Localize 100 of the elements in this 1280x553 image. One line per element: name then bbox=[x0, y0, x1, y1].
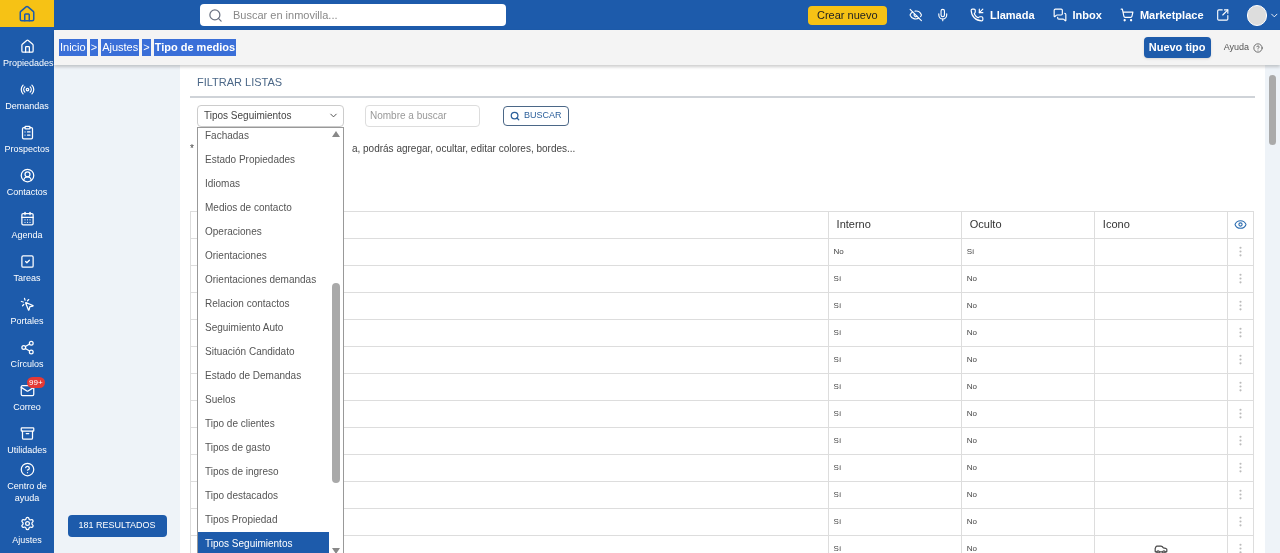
search-field[interactable]: Buscar en inmovilla... bbox=[233, 6, 498, 24]
new-type-button[interactable]: Nuevo tipo bbox=[1143, 37, 1211, 58]
table-cell: Sí bbox=[828, 481, 962, 508]
breadcrumb-link[interactable]: Tipo de medios bbox=[153, 39, 237, 56]
note-text: a, podrás agregar, ocultar, editar colores, bordes... bbox=[351, 141, 576, 156]
dropdown-option[interactable]: Tipos de ingreso bbox=[198, 459, 329, 484]
search-box[interactable]: Buscar en inmovilla... bbox=[200, 4, 506, 26]
breadcrumb-separator: > bbox=[142, 39, 151, 56]
breadcrumb-separator: > bbox=[89, 39, 99, 56]
broadcast-icon bbox=[19, 82, 35, 97]
mail-icon bbox=[19, 383, 35, 398]
dropdown-option[interactable]: Tipos de gasto bbox=[198, 435, 329, 460]
table-cell: Sí bbox=[828, 427, 962, 454]
calendar-icon bbox=[19, 211, 35, 226]
sidebar-item[interactable]: Centro de ayuda bbox=[0, 459, 54, 507]
dropdown-option[interactable]: Orientaciones bbox=[198, 243, 329, 268]
dropdown-option[interactable]: Tipo destacados bbox=[198, 483, 329, 508]
breadcrumb-link[interactable]: Inicio bbox=[59, 39, 87, 56]
sidebar-item[interactable]: Contactos bbox=[0, 165, 54, 201]
table-cell: No bbox=[961, 292, 1095, 319]
table-cell: Sí bbox=[828, 265, 962, 292]
sidebar-item[interactable]: Portales bbox=[0, 294, 54, 330]
dropdown-option[interactable]: Orientaciones demandas bbox=[198, 267, 329, 292]
help-link[interactable]: Ayuda bbox=[1223, 40, 1249, 55]
dropdown-option[interactable]: Operaciones bbox=[198, 219, 329, 244]
checkbox-icon bbox=[19, 254, 35, 269]
nav-link[interactable]: Marketplace bbox=[1119, 6, 1204, 24]
dropdown-option[interactable]: Tipos Seguimientos bbox=[198, 531, 329, 553]
scroll-down-icon[interactable] bbox=[332, 547, 340, 553]
table-cell: Sí bbox=[961, 238, 1095, 265]
dropdown-option[interactable]: Situación Candidato bbox=[198, 339, 329, 364]
column-header: Interno bbox=[828, 211, 962, 238]
avatar[interactable] bbox=[1247, 4, 1268, 26]
table-cell: No bbox=[961, 400, 1095, 427]
table-cell: Sí bbox=[828, 373, 962, 400]
note-text: * bbox=[190, 141, 194, 156]
search-button[interactable]: BUSCAR bbox=[503, 105, 569, 126]
table-cell: No bbox=[961, 319, 1095, 346]
create-button[interactable]: Crear nuevo bbox=[807, 5, 887, 25]
sidebar-item[interactable]: Tareas bbox=[0, 251, 54, 287]
breadcrumb-link[interactable]: Ajustes bbox=[101, 39, 140, 56]
column-header: Icono bbox=[1094, 211, 1228, 238]
logo[interactable] bbox=[0, 0, 54, 27]
dropdown-option[interactable]: Tipos Propiedad bbox=[198, 507, 329, 532]
eye-off-icon[interactable] bbox=[908, 8, 923, 22]
dropdown-option[interactable]: Medios de contacto bbox=[198, 195, 329, 220]
nav-link[interactable]: Llamada bbox=[969, 6, 1035, 24]
column-header: Oculto bbox=[961, 211, 1095, 238]
table-cell: No bbox=[961, 454, 1095, 481]
table-cell: No bbox=[961, 481, 1095, 508]
list-select[interactable]: Tipos Seguimientos bbox=[197, 104, 344, 127]
scrollbar-thumb[interactable] bbox=[332, 282, 340, 483]
search-icon bbox=[510, 110, 520, 121]
phone-icon bbox=[969, 8, 984, 22]
dropdown-option[interactable]: Suelos bbox=[198, 387, 329, 412]
sidebar-item[interactable]: Ajustes bbox=[0, 513, 54, 549]
table-cell: No bbox=[961, 265, 1095, 292]
table-cell: Sí bbox=[828, 508, 962, 535]
house-logo-icon bbox=[18, 4, 36, 23]
cart-icon bbox=[1119, 8, 1134, 22]
dropdown-option[interactable]: Estado Propiedades bbox=[198, 147, 329, 172]
name-field[interactable]: Nombre a buscar bbox=[365, 104, 480, 127]
archive-icon bbox=[19, 426, 35, 441]
results-button[interactable]: 181 RESULTADOS bbox=[67, 515, 167, 537]
table-cell: No bbox=[828, 238, 962, 265]
sidebar-item[interactable]: 99+ Correo bbox=[0, 380, 54, 416]
pointer-icon bbox=[19, 297, 35, 312]
table-cell: No bbox=[961, 346, 1095, 373]
list-icon bbox=[19, 125, 35, 140]
sidebar-item[interactable]: Demandas bbox=[0, 79, 54, 115]
nav-link[interactable]: Inbox bbox=[1052, 6, 1102, 24]
filter-title: FILTRAR LISTAS bbox=[196, 75, 284, 90]
sidebar-item[interactable]: Agenda bbox=[0, 208, 54, 244]
dropdown-option[interactable]: Tipo de clientes bbox=[198, 411, 329, 436]
sidebar-item[interactable]: Utilidades bbox=[0, 423, 54, 459]
page-scrollbar-thumb[interactable] bbox=[1269, 75, 1276, 145]
dropdown-option[interactable]: Fachadas bbox=[198, 127, 329, 148]
dropdown-option[interactable]: Idiomas bbox=[198, 171, 329, 196]
table-cell: No bbox=[961, 373, 1095, 400]
sidebar-item[interactable]: Prospectos bbox=[0, 122, 54, 158]
help-icon bbox=[19, 462, 35, 477]
dropdown-option[interactable]: Seguimiento Auto bbox=[198, 315, 329, 340]
sidebar-item[interactable]: Propiedades bbox=[0, 36, 54, 72]
table-cell: Sí bbox=[828, 400, 962, 427]
count-badge: 99+ bbox=[27, 377, 45, 388]
export-icon[interactable] bbox=[1215, 8, 1229, 22]
table-cell: No bbox=[961, 427, 1095, 454]
dropdown-option[interactable]: Estado de Demandas bbox=[198, 363, 329, 388]
dropdown-option[interactable]: Relacion contactos bbox=[198, 291, 329, 316]
table-cell: Sí bbox=[828, 454, 962, 481]
table-cell: No bbox=[961, 508, 1095, 535]
microphone-icon[interactable] bbox=[936, 8, 950, 22]
table-cell: Sí bbox=[828, 319, 962, 346]
search-icon bbox=[208, 7, 223, 23]
sidebar-item[interactable]: Círculos bbox=[0, 337, 54, 373]
home-icon bbox=[19, 39, 35, 54]
help-icon[interactable] bbox=[1253, 42, 1263, 53]
scroll-up-icon[interactable] bbox=[332, 130, 340, 137]
user-circle-icon bbox=[19, 168, 35, 183]
table-cell: Sí bbox=[828, 346, 962, 373]
